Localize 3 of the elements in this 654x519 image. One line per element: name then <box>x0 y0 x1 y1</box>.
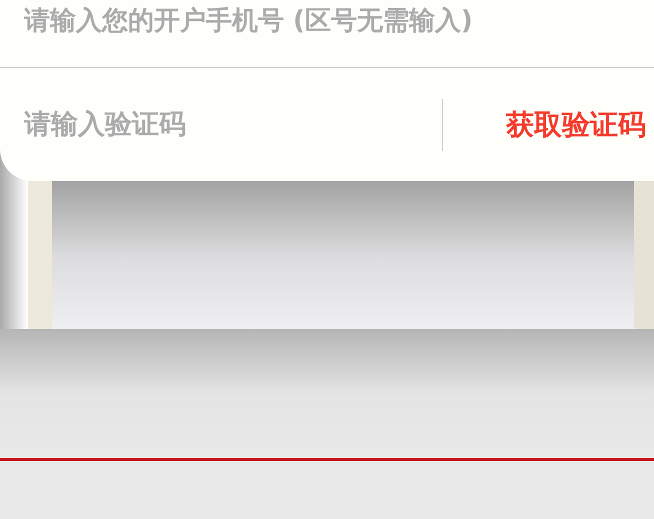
phone-input-field[interactable]: 请输入您的开户手机号 (区号无需输入) <box>24 4 654 38</box>
get-code-button[interactable]: 获取验证码 <box>506 106 646 144</box>
code-input-field[interactable]: 请输入验证码 <box>24 104 424 144</box>
